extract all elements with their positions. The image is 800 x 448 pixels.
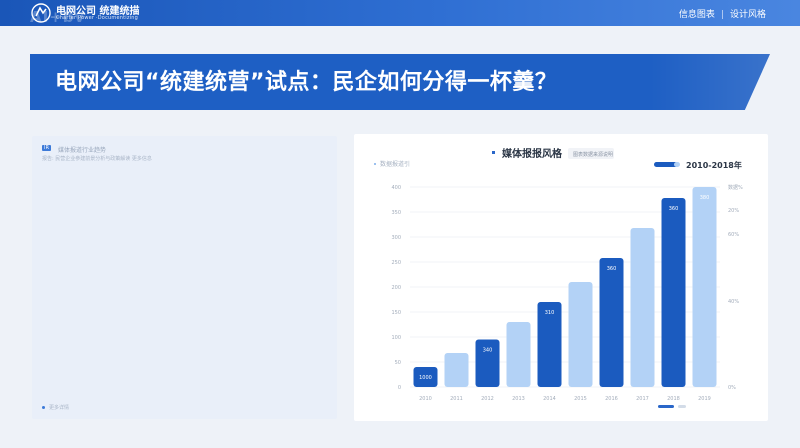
panel-footer-text: 更多详情 [49, 405, 70, 411]
right-axis-label: 20% [728, 208, 739, 214]
bar-value-label: 310 [545, 310, 555, 316]
x-tick-label: 2019 [698, 396, 711, 402]
y-tick-label: 250 [391, 260, 401, 266]
bar[interactable] [506, 322, 531, 387]
y-tick-label: 350 [391, 210, 401, 216]
pager-active-icon[interactable] [658, 405, 674, 408]
banner-shine [650, 54, 770, 110]
bar[interactable] [568, 282, 593, 387]
right-axis-label: 0% [728, 385, 736, 391]
x-tick-label: 2015 [574, 396, 587, 402]
pager-inactive-icon[interactable] [678, 405, 686, 408]
bar-value-label: 380 [700, 195, 710, 201]
title-banner: 电网公司“统建统营”试点：民企如何分得一杯羹？ [30, 54, 770, 110]
x-tick-label: 2018 [667, 396, 680, 402]
bar-value-label: 340 [483, 348, 493, 354]
bar[interactable] [692, 187, 717, 387]
bar-chart: 媒体报报风格 图表数据来源说明 数据报道引 2010-2018年 0 50 100 1… [374, 147, 743, 408]
watermark: AI+bv [30, 8, 86, 26]
y-tick-label: 50 [395, 360, 401, 366]
x-tick-label: 2010 [419, 396, 432, 402]
x-tick-label: 2013 [512, 396, 525, 402]
chart-badge: 图表数据来源说明 [573, 151, 613, 158]
chart-grid: 0 50 100 150 200 250 300 350 400 数据% 20% 60% 40% 0% [391, 184, 743, 391]
x-tick-label: 2016 [605, 396, 618, 402]
x-tick-label: 2014 [543, 396, 556, 402]
y-tick-label: 100 [391, 335, 401, 341]
x-tick-label: 2012 [481, 396, 494, 402]
bullet-icon [42, 406, 45, 409]
panel-description: 报告: 民营企业参建前景分析与政策解读 更多信息 [42, 156, 152, 162]
x-tick-label: 2017 [636, 396, 649, 402]
panel-tag: IR [42, 145, 51, 151]
subtitle-bullet-icon [374, 163, 376, 165]
y-tick-label: 300 [391, 235, 401, 241]
bar-value-label: 1000 [419, 375, 432, 381]
page-title: 电网公司“统建统营”试点：民企如何分得一杯羹？ [55, 70, 558, 95]
bar[interactable] [599, 258, 624, 387]
y-tick-label: 400 [391, 185, 401, 191]
chart-bars: 1000 2010 2011 340 2012 2013 310 2014 2015 360 201… [413, 187, 717, 402]
y-tick-label: 0 [398, 385, 401, 391]
bar[interactable] [444, 353, 469, 387]
right-axis-label: 60% [728, 232, 739, 238]
bar[interactable] [661, 198, 686, 387]
y-tick-label: 200 [391, 285, 401, 291]
right-axis-label: 数据% [728, 184, 743, 191]
chart-subtitle: 数据报道引 [380, 160, 410, 168]
legend-swatch-light [674, 162, 680, 167]
nav-separator: | [720, 10, 724, 20]
bar[interactable] [630, 228, 655, 387]
panel-footer: 更多详情 [42, 404, 69, 411]
right-axis-label: 40% [728, 299, 739, 305]
header-bar: 电网公司 统建统描 Charter Power ·Documentizing A… [0, 0, 800, 26]
y-tick-label: 150 [391, 310, 401, 316]
top-nav: 信息图表 | 设计风格 [679, 7, 766, 20]
nav-item-infographic[interactable]: 信息图表 [679, 10, 715, 20]
bar-value-label: 360 [607, 266, 617, 272]
chart-title: 媒体报报风格 [501, 147, 563, 160]
chart-panel: 媒体报报风格 图表数据来源说明 数据报道引 2010-2018年 0 50 100 1… [354, 134, 768, 421]
title-bullet-icon [492, 151, 495, 154]
legend-label: 2010-2018年 [686, 160, 742, 170]
bar-value-label: 360 [669, 206, 679, 212]
nav-item-design-style[interactable]: 设计风格 [730, 10, 766, 20]
x-tick-label: 2011 [450, 396, 463, 402]
panel-heading: 媒体报道行业趋势 [58, 147, 107, 154]
left-panel: IR 媒体报道行业趋势 报告: 民营企业参建前景分析与政策解读 更多信息 更多详… [32, 136, 337, 419]
